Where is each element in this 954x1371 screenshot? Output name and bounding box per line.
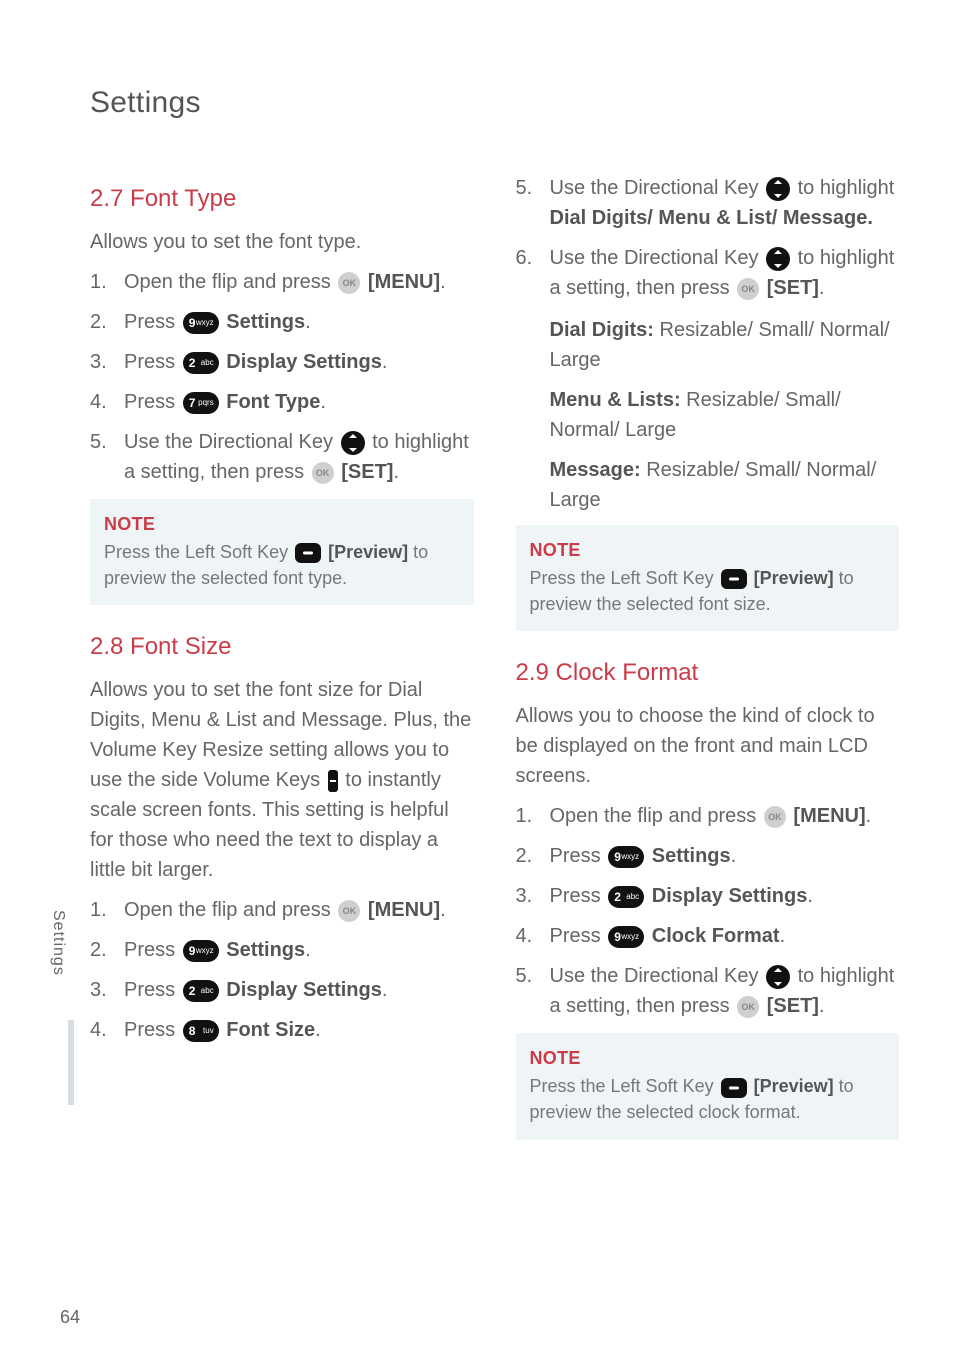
ok-icon: OK	[764, 806, 786, 828]
note-font-type: NOTE Press the Left Soft Key [Preview] t…	[90, 499, 474, 605]
step: Press 2abc Display Settings.	[90, 975, 474, 1005]
steps-font-size: Open the flip and press OK [MENU]. Press…	[90, 895, 474, 1045]
step: Use the Directional Key to highlight a s…	[516, 243, 900, 303]
key-9-icon: 9wxyz	[183, 940, 219, 962]
directional-key-icon	[766, 177, 790, 201]
step: Press 7pqrs Font Type.	[90, 387, 474, 417]
heading-font-type: 2.7 Font Type	[90, 181, 474, 217]
page-number: 64	[60, 1304, 80, 1331]
key-7-icon: 7pqrs	[183, 392, 219, 414]
note-clock-format: NOTE Press the Left Soft Key [Preview] t…	[516, 1033, 900, 1139]
left-soft-key-icon	[721, 1078, 747, 1098]
menu-lists-options: Menu & Lists: Resizable/ Small/ Normal/ …	[516, 385, 900, 445]
ok-icon: OK	[338, 900, 360, 922]
ok-icon: OK	[338, 272, 360, 294]
key-2-icon: 2abc	[183, 980, 219, 1002]
step: Open the flip and press OK [MENU].	[90, 267, 474, 297]
step: Press 2abc Display Settings.	[516, 881, 900, 911]
dial-digits-options: Dial Digits: Resizable/ Small/ Normal/ L…	[516, 315, 900, 375]
key-2-icon: 2abc	[608, 886, 644, 908]
key-8-icon: 8tuv	[183, 1020, 219, 1042]
steps-clock-format: Open the flip and press OK [MENU]. Press…	[516, 801, 900, 1021]
ok-icon: OK	[737, 278, 759, 300]
ok-icon: OK	[312, 462, 334, 484]
intro-font-type: Allows you to set the font type.	[90, 227, 474, 257]
key-9-icon: 9wxyz	[608, 926, 644, 948]
directional-key-icon	[341, 431, 365, 455]
step: Use the Directional Key to highlight Dia…	[516, 173, 900, 233]
intro-font-size: Allows you to set the font size for Dial…	[90, 675, 474, 885]
step: Press 9wxyz Clock Format.	[516, 921, 900, 951]
step: Press 9wxyz Settings.	[90, 935, 474, 965]
steps-font-size-cont: Use the Directional Key to highlight Dia…	[516, 173, 900, 303]
heading-font-size: 2.8 Font Size	[90, 629, 474, 665]
heading-clock-format: 2.9 Clock Format	[516, 655, 900, 691]
note-title: NOTE	[530, 1045, 886, 1071]
step: Press 8tuv Font Size.	[90, 1015, 474, 1045]
step: Open the flip and press OK [MENU].	[516, 801, 900, 831]
ok-icon: OK	[737, 996, 759, 1018]
step: Use the Directional Key to highlight a s…	[516, 961, 900, 1021]
volume-key-icon	[328, 770, 338, 792]
step: Press 9wxyz Settings.	[516, 841, 900, 871]
key-9-icon: 9wxyz	[183, 312, 219, 334]
left-soft-key-icon	[721, 569, 747, 589]
step: Press 2abc Display Settings.	[90, 347, 474, 377]
message-options: Message: Resizable/ Small/ Normal/ Large	[516, 455, 900, 515]
key-2-icon: 2abc	[183, 352, 219, 374]
intro-clock-format: Allows you to choose the kind of clock t…	[516, 701, 900, 791]
note-title: NOTE	[530, 537, 886, 563]
note-title: NOTE	[104, 511, 460, 537]
left-soft-key-icon	[295, 543, 321, 563]
note-font-size: NOTE Press the Left Soft Key [Preview] t…	[516, 525, 900, 631]
key-9-icon: 9wxyz	[608, 846, 644, 868]
directional-key-icon	[766, 965, 790, 989]
side-tab-indicator	[68, 1020, 74, 1105]
step: Press 9wxyz Settings.	[90, 307, 474, 337]
page-title: Settings	[90, 80, 899, 125]
step: Open the flip and press OK [MENU].	[90, 895, 474, 925]
side-tab-label: Settings	[46, 910, 70, 976]
directional-key-icon	[766, 247, 790, 271]
steps-font-type: Open the flip and press OK [MENU]. Press…	[90, 267, 474, 487]
step: Use the Directional Key to highlight a s…	[90, 427, 474, 487]
